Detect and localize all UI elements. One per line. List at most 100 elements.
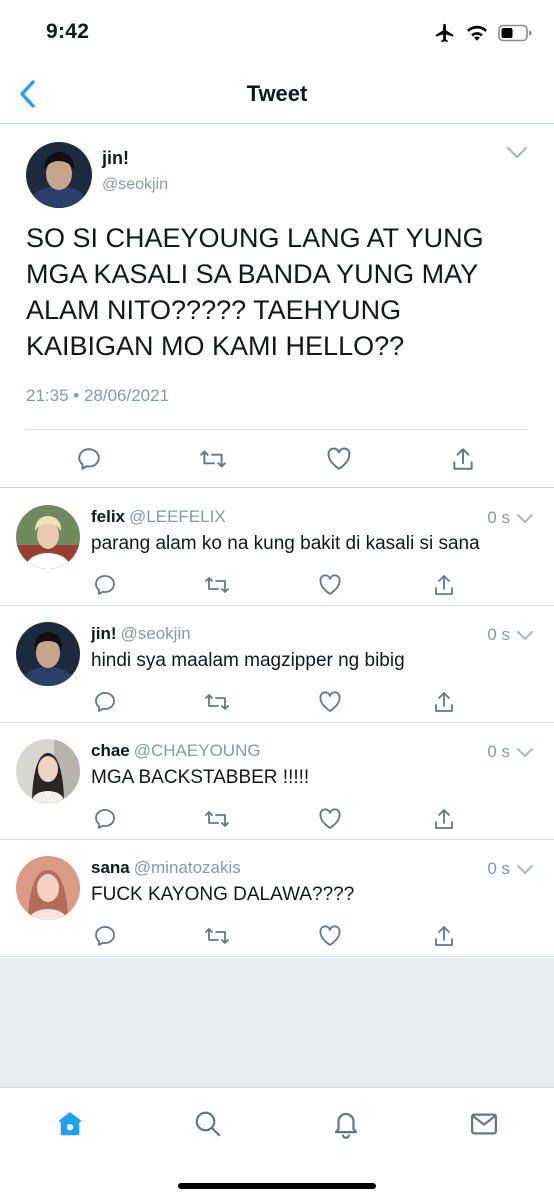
avatar[interactable] bbox=[16, 622, 80, 686]
reply-text: MGA BACKSTABBER !!!!! bbox=[91, 767, 310, 788]
tab-notifications[interactable] bbox=[326, 1104, 366, 1144]
like-icon bbox=[319, 808, 341, 829]
avatar-image bbox=[16, 856, 80, 920]
divider bbox=[26, 429, 528, 430]
author-handle[interactable]: @seokjin bbox=[121, 624, 191, 643]
battery-icon bbox=[498, 24, 532, 42]
reply-button[interactable] bbox=[72, 442, 106, 476]
retweet-button[interactable] bbox=[203, 571, 231, 599]
status-time: 9:42 bbox=[46, 20, 90, 43]
reply-tweet[interactable]: jin! @seokjin 0 s hindi sya maalam magzip… bbox=[0, 606, 554, 723]
airplane-mode-icon bbox=[435, 23, 454, 43]
retweet-button[interactable] bbox=[203, 805, 231, 833]
like-icon bbox=[319, 925, 341, 946]
reply-button[interactable] bbox=[91, 571, 119, 599]
like-button[interactable] bbox=[316, 571, 344, 599]
reply-icon bbox=[95, 809, 115, 829]
reply-tweet[interactable]: chae @CHAEYOUNG 0 s MGA BACKSTABBER !!!!! bbox=[0, 723, 554, 840]
reply-icon bbox=[78, 448, 100, 470]
tweet-text: SO SI CHAEYOUNG LANG AT YUNG MGA KASALI … bbox=[26, 223, 484, 361]
share-button[interactable] bbox=[446, 442, 480, 476]
avatar[interactable] bbox=[16, 739, 80, 803]
like-button[interactable] bbox=[322, 442, 356, 476]
empty-area bbox=[0, 958, 554, 1087]
status-icons bbox=[434, 22, 532, 44]
like-icon bbox=[319, 691, 341, 712]
retweet-icon bbox=[205, 694, 229, 710]
tweet-timestamp: 21:35 • 28/06/2021 bbox=[26, 386, 170, 405]
reply-tweet[interactable]: felix @LEEFELIX 0 s parang alam ko na kun… bbox=[0, 489, 554, 606]
avatar[interactable] bbox=[26, 142, 92, 208]
author-handle[interactable]: @LEEFELIX bbox=[129, 507, 226, 526]
reply-icon bbox=[95, 575, 115, 595]
reply-button[interactable] bbox=[91, 688, 119, 716]
avatar[interactable] bbox=[16, 505, 80, 569]
reply-icon bbox=[95, 692, 115, 712]
like-button[interactable] bbox=[316, 688, 344, 716]
share-icon bbox=[435, 809, 453, 829]
search-icon bbox=[195, 1111, 221, 1137]
chevron-down-icon[interactable] bbox=[516, 630, 534, 641]
author-handle[interactable]: @minatozakis bbox=[134, 858, 241, 877]
like-button[interactable] bbox=[316, 922, 344, 950]
page-title: Tweet bbox=[246, 81, 308, 106]
author-name[interactable]: felix bbox=[91, 507, 125, 526]
navigation-bar: Tweet bbox=[0, 66, 554, 124]
tab-search[interactable] bbox=[188, 1104, 228, 1144]
like-icon bbox=[319, 574, 341, 595]
avatar-image bbox=[26, 142, 92, 208]
reply-time: 0 s bbox=[487, 742, 510, 761]
share-button[interactable] bbox=[430, 571, 458, 599]
avatar-image bbox=[16, 622, 80, 686]
tweet-actions bbox=[0, 442, 554, 476]
chevron-down-icon[interactable] bbox=[516, 864, 534, 875]
share-button[interactable] bbox=[430, 688, 458, 716]
chevron-down-icon[interactable] bbox=[516, 513, 534, 524]
author-handle[interactable]: @CHAEYOUNG bbox=[134, 741, 261, 760]
reply-time: 0 s bbox=[487, 859, 510, 878]
share-button[interactable] bbox=[430, 922, 458, 950]
reply-text: hindi sya maalam magzipper ng bibig bbox=[91, 650, 405, 671]
retweet-button[interactable] bbox=[203, 922, 231, 950]
reply-tweet[interactable]: sana @minatozakis 0 s FUCK KAYONG DALAWA?… bbox=[0, 840, 554, 957]
author-name[interactable]: jin! bbox=[102, 148, 129, 169]
chevron-down-icon[interactable] bbox=[516, 747, 534, 758]
reply-button[interactable] bbox=[91, 805, 119, 833]
retweet-icon bbox=[200, 450, 226, 468]
reply-text: FUCK KAYONG DALAWA???? bbox=[91, 884, 355, 905]
main-tweet: jin! @seokjin SO SI CHAEYOUNG LANG AT YU… bbox=[0, 124, 554, 488]
reply-time: 0 s bbox=[487, 508, 510, 527]
author-handle[interactable]: @seokjin bbox=[102, 176, 168, 194]
reply-time: 0 s bbox=[487, 625, 510, 644]
avatar-image bbox=[16, 505, 80, 569]
notifications-icon bbox=[334, 1112, 358, 1139]
author-name[interactable]: chae bbox=[91, 741, 130, 760]
home-icon bbox=[58, 1112, 82, 1136]
like-button[interactable] bbox=[316, 805, 344, 833]
author-name[interactable]: jin! bbox=[91, 624, 117, 643]
messages-icon bbox=[471, 1113, 497, 1135]
tab-bar bbox=[0, 1087, 554, 1200]
retweet-icon bbox=[205, 928, 229, 944]
wifi-icon bbox=[466, 25, 488, 41]
tab-messages[interactable] bbox=[464, 1104, 504, 1144]
reply-button[interactable] bbox=[91, 922, 119, 950]
retweet-button[interactable] bbox=[203, 688, 231, 716]
retweet-icon bbox=[205, 811, 229, 827]
chevron-down-icon[interactable] bbox=[506, 146, 528, 160]
retweet-button[interactable] bbox=[196, 442, 230, 476]
share-icon bbox=[435, 575, 453, 595]
avatar[interactable] bbox=[16, 856, 80, 920]
reply-text: parang alam ko na kung bakit di kasali s… bbox=[91, 533, 480, 554]
tab-home[interactable] bbox=[50, 1104, 90, 1144]
status-bar: 9:42 bbox=[0, 0, 554, 66]
share-icon bbox=[435, 926, 453, 946]
share-button[interactable] bbox=[430, 805, 458, 833]
retweet-icon bbox=[205, 577, 229, 593]
avatar-image bbox=[16, 739, 80, 803]
like-icon bbox=[327, 447, 351, 470]
author-name[interactable]: sana bbox=[91, 858, 130, 877]
reply-icon bbox=[95, 926, 115, 946]
share-icon bbox=[435, 692, 453, 712]
home-indicator bbox=[178, 1183, 376, 1189]
